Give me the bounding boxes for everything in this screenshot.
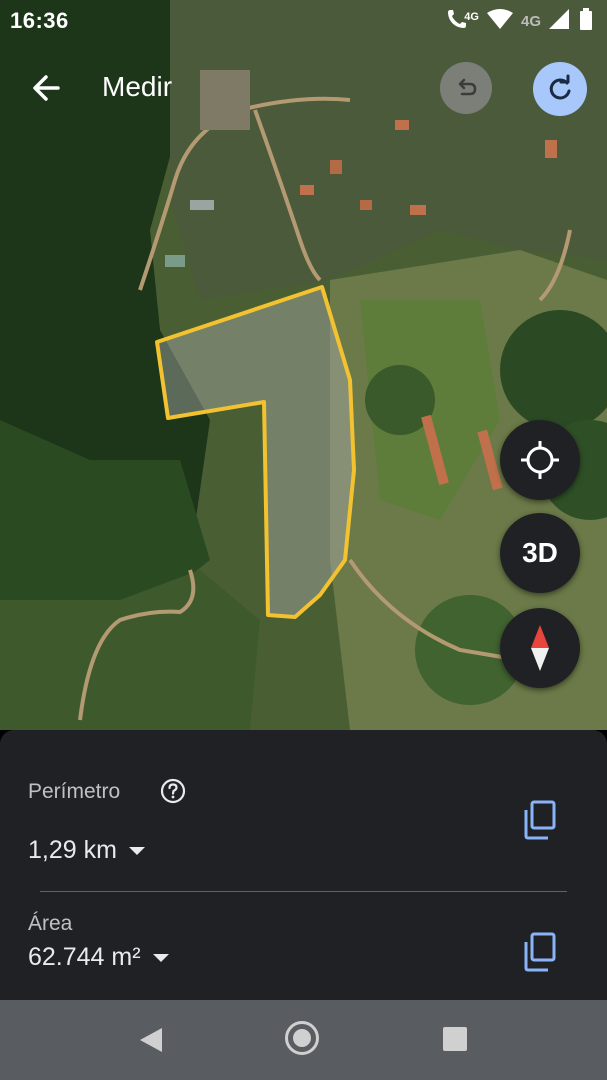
redo-icon: [549, 74, 571, 100]
network-type-1: 4G: [464, 10, 479, 23]
nav-back-icon: [140, 1028, 162, 1052]
nav-back-button[interactable]: [138, 1026, 164, 1059]
status-time: 16:36: [10, 8, 69, 33]
copy-perimeter-button[interactable]: [522, 800, 558, 840]
3d-toggle-button[interactable]: 3D: [500, 513, 580, 593]
arrow-left-icon: [33, 75, 60, 101]
help-icon: [160, 778, 186, 804]
back-button[interactable]: [28, 68, 68, 108]
nav-recents-button[interactable]: [443, 1027, 467, 1051]
perimeter-value[interactable]: 1,29 km: [28, 836, 145, 865]
divider: [40, 891, 567, 892]
area-value[interactable]: 62.744 m²: [28, 943, 169, 972]
compass-button[interactable]: [500, 608, 580, 688]
copy-area-button[interactable]: [522, 932, 558, 972]
perimeter-label: Perímetro: [28, 780, 121, 803]
chevron-down-icon: [128, 847, 145, 856]
system-nav-bar: [0, 1000, 607, 1080]
area-value-text: 62.744 m²: [28, 943, 141, 971]
my-location-button[interactable]: [500, 420, 580, 500]
status-bar: 16:36 4G 4G: [0, 0, 607, 42]
my-location-icon: [521, 441, 559, 479]
compass-icon: [531, 625, 549, 671]
chevron-down-icon: [152, 954, 169, 963]
measurement-sheet: Perímetro 1,29 km Área 62.744 m²: [0, 730, 607, 1000]
network-type-2: 4G: [520, 13, 541, 30]
undo-button[interactable]: [440, 62, 492, 114]
page-title: Medir: [102, 71, 173, 102]
area-label: Área: [28, 912, 73, 935]
battery-icon: [579, 8, 593, 35]
undo-icon: [458, 78, 477, 96]
copy-icon: [524, 800, 556, 840]
nav-home-button[interactable]: [285, 1021, 319, 1055]
wifi-icon: [486, 9, 513, 34]
signal-icon: [549, 9, 571, 34]
3d-label: 3D: [522, 537, 558, 568]
copy-icon: [524, 932, 556, 972]
status-icons: 4G 4G: [446, 8, 593, 35]
perimeter-value-text: 1,29 km: [28, 836, 117, 864]
help-button[interactable]: [160, 778, 186, 804]
redo-button[interactable]: [533, 62, 587, 116]
